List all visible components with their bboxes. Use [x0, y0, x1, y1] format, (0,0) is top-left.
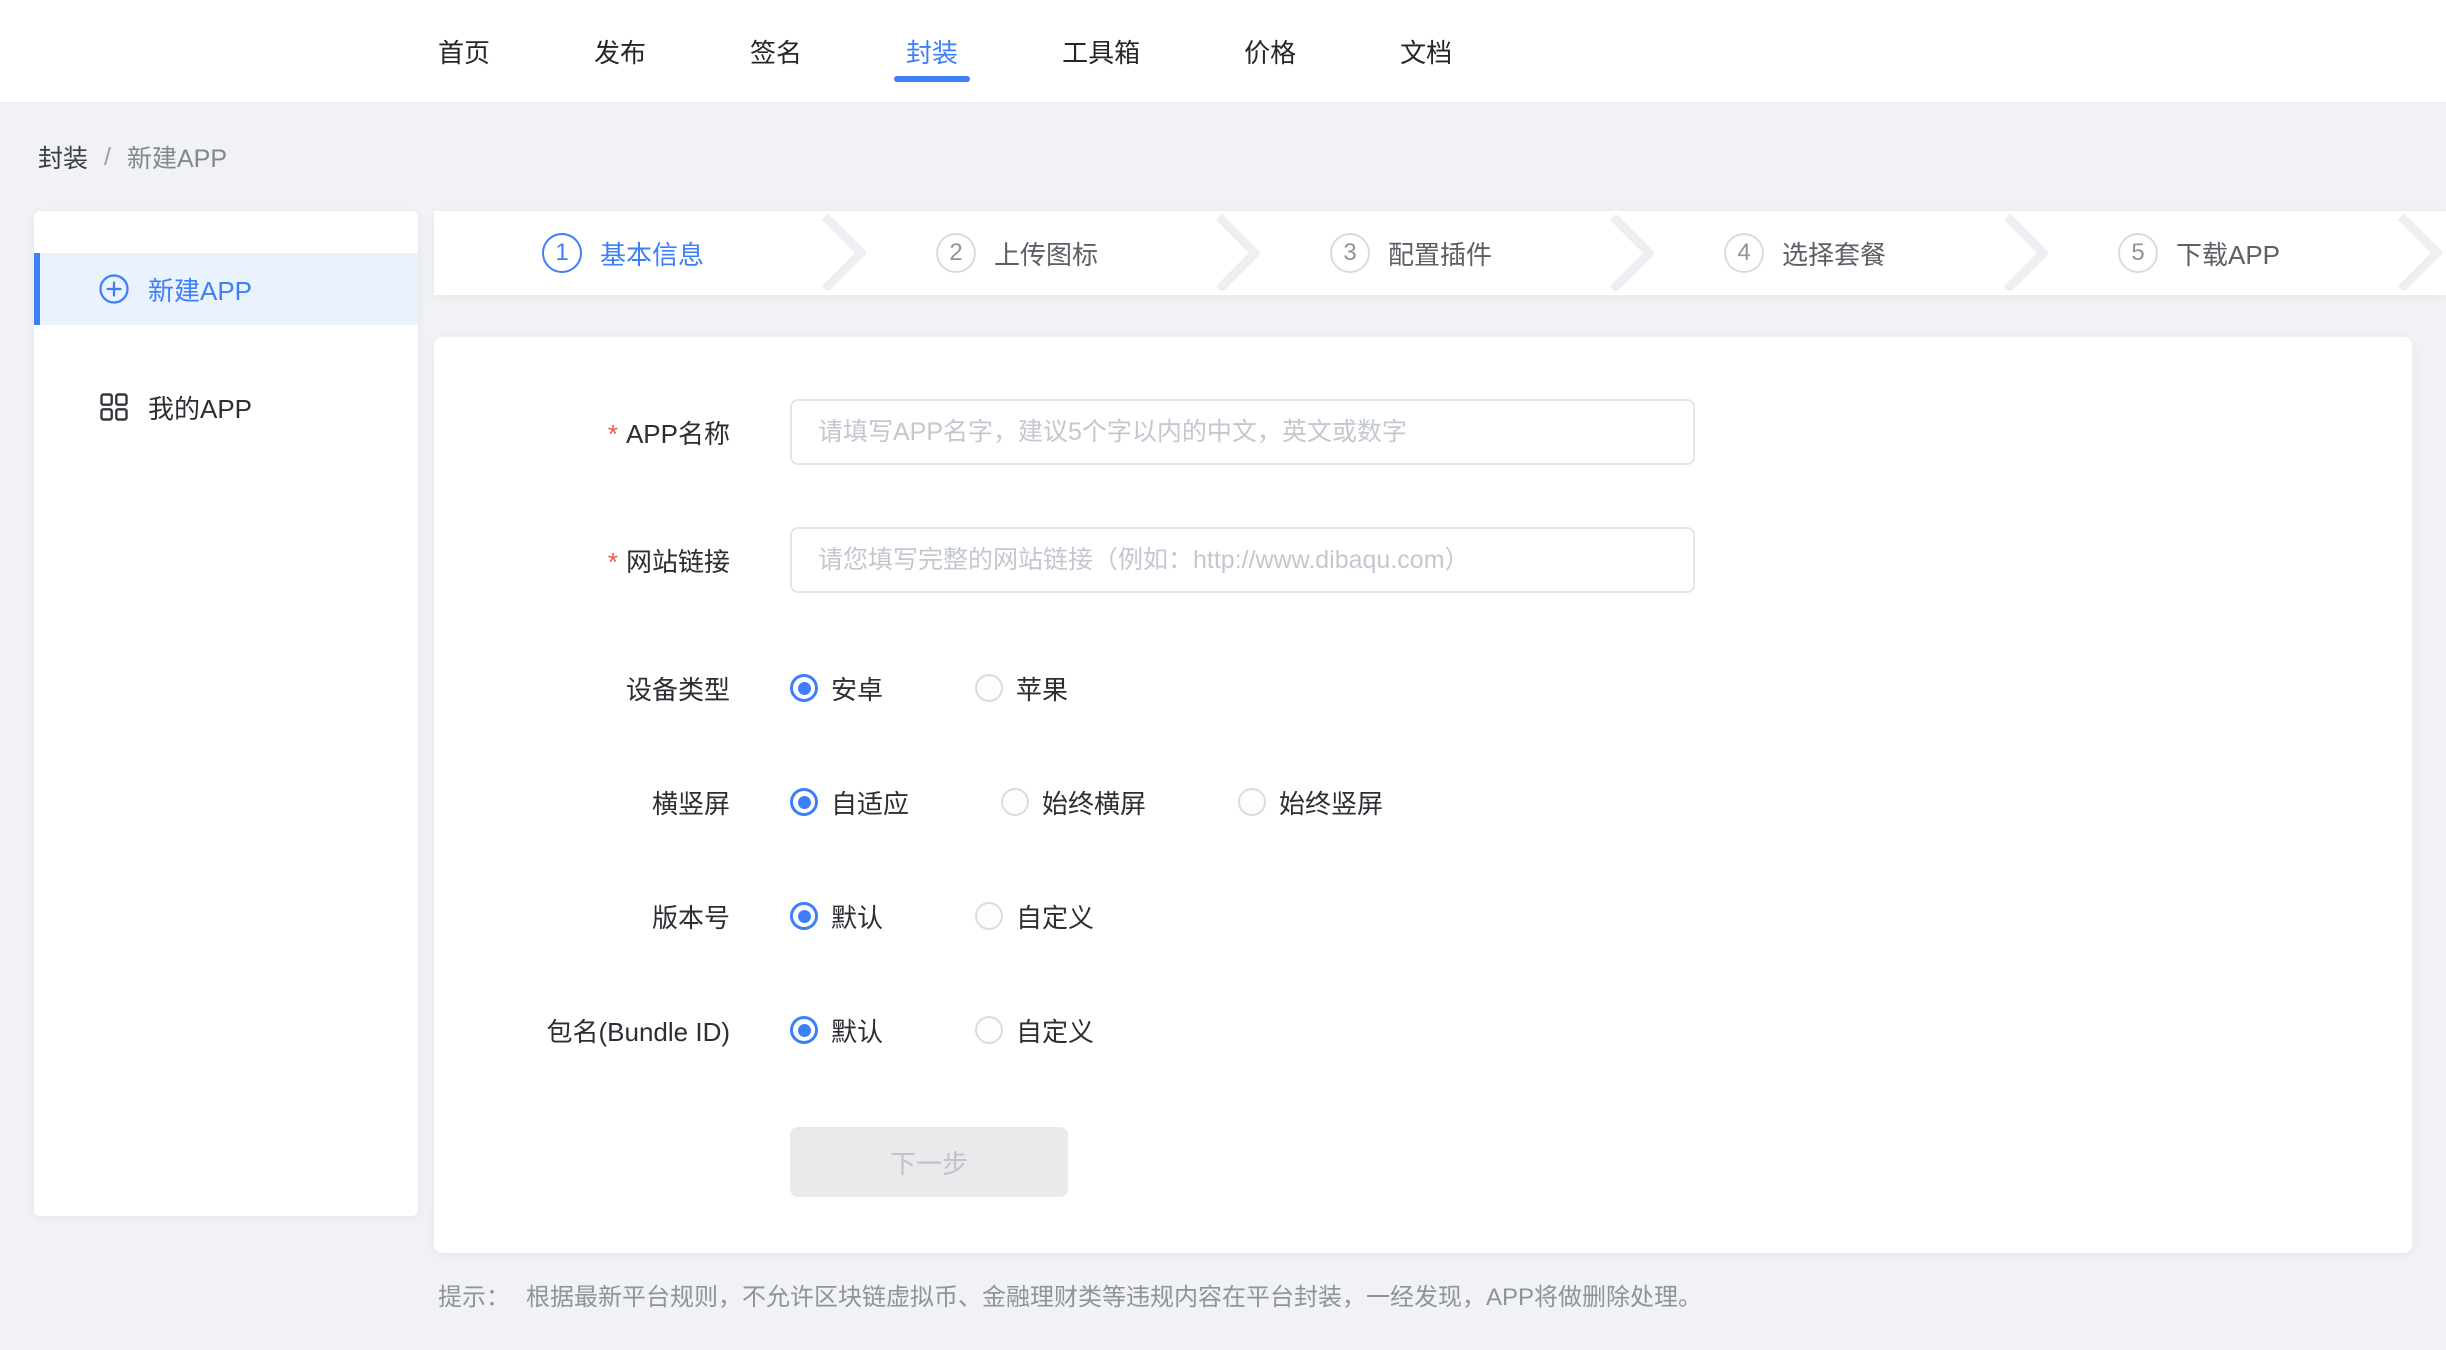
chevron-separator-icon — [2364, 213, 2443, 292]
radio-unchecked-icon — [975, 674, 1003, 702]
nav-item-docs[interactable]: 文档 — [1400, 0, 1452, 102]
step-download-app: 5 下载APP — [2010, 211, 2404, 295]
radio-checked-icon — [790, 788, 818, 816]
field-orientation: 横竖屏 自适应 始终横屏 始终竖屏 — [434, 769, 2412, 835]
field-label: 设备类型 — [434, 670, 730, 707]
next-step-button[interactable]: 下一步 — [790, 1127, 1068, 1197]
nav-item-sign[interactable]: 签名 — [750, 0, 802, 102]
field-bundle-id: 包名(Bundle ID) 默认 自定义 — [434, 997, 2412, 1063]
stepper: 1 基本信息 2 上传图标 3 配置插件 4 选择套餐 5 下载APP — [434, 211, 2446, 295]
sidebar-item-label: 我的APP — [148, 389, 252, 426]
field-app-name: *APP名称 — [434, 399, 2412, 465]
field-label: *APP名称 — [434, 414, 730, 451]
submit-row: 下一步 — [434, 1127, 2412, 1197]
step-number: 1 — [542, 233, 582, 273]
nav-item-package[interactable]: 封装 — [906, 0, 958, 102]
step-upload-icon: 2 上传图标 — [828, 211, 1222, 295]
nav-item-publish[interactable]: 发布 — [594, 0, 646, 102]
hint-prefix: 提示： — [438, 1281, 510, 1315]
sidebar-item-new-app[interactable]: 新建APP — [34, 253, 418, 325]
top-nav: 首页 发布 签名 封装 工具箱 价格 文档 — [0, 0, 2446, 103]
radio-checked-icon — [790, 902, 818, 930]
field-label: 横竖屏 — [434, 784, 730, 821]
radio-ios[interactable]: 苹果 — [975, 670, 1068, 707]
step-number: 5 — [2118, 233, 2158, 273]
step-basic-info: 1 基本信息 — [434, 211, 828, 295]
nav-item-toolbox[interactable]: 工具箱 — [1062, 0, 1140, 102]
breadcrumb-section[interactable]: 封装 — [38, 139, 88, 175]
step-number: 3 — [1330, 233, 1370, 273]
field-label: 包名(Bundle ID) — [434, 1012, 730, 1049]
radio-always-portrait[interactable]: 始终竖屏 — [1238, 784, 1383, 821]
step-label: 下载APP — [2176, 235, 2280, 272]
radio-bundle-custom[interactable]: 自定义 — [975, 1012, 1094, 1049]
breadcrumb-current: 新建APP — [127, 139, 227, 175]
grid-squares-icon — [98, 391, 130, 423]
radio-bundle-default[interactable]: 默认 — [790, 1012, 883, 1049]
hint-text: 根据最新平台规则，不允许区块链虚拟币、金融理财类等违规内容在平台封装，一经发现，… — [526, 1281, 1702, 1315]
field-label: 版本号 — [434, 898, 730, 935]
radio-always-landscape[interactable]: 始终横屏 — [1001, 784, 1146, 821]
radio-checked-icon — [790, 674, 818, 702]
sidebar-item-label: 新建APP — [148, 271, 252, 308]
main-panel: 1 基本信息 2 上传图标 3 配置插件 4 选择套餐 5 下载APP — [434, 211, 2446, 1315]
platform-rules-hint: 提示： 根据最新平台规则，不允许区块链虚拟币、金融理财类等违规内容在平台封装，一… — [434, 1281, 2446, 1315]
step-label: 配置插件 — [1388, 235, 1492, 272]
radio-unchecked-icon — [975, 1016, 1003, 1044]
radio-checked-icon — [790, 1016, 818, 1044]
step-config-plugins: 3 配置插件 — [1222, 211, 1616, 295]
radio-version-default[interactable]: 默认 — [790, 898, 883, 935]
radio-version-custom[interactable]: 自定义 — [975, 898, 1094, 935]
radio-unchecked-icon — [1001, 788, 1029, 816]
app-name-input[interactable] — [790, 399, 1695, 465]
radio-adaptive[interactable]: 自适应 — [790, 784, 909, 821]
sidebar: 新建APP 我的APP — [34, 211, 418, 1216]
site-url-input[interactable] — [790, 527, 1695, 593]
step-label: 上传图标 — [994, 235, 1098, 272]
nav-item-pricing[interactable]: 价格 — [1244, 0, 1296, 102]
form-card: *APP名称 *网站链接 设备类型 安卓 — [434, 337, 2412, 1253]
sidebar-item-my-app[interactable]: 我的APP — [34, 371, 418, 443]
required-asterisk: * — [608, 419, 618, 449]
field-version: 版本号 默认 自定义 — [434, 883, 2412, 949]
plus-circle-icon — [98, 273, 130, 305]
step-select-plan: 4 选择套餐 — [1616, 211, 2010, 295]
required-asterisk: * — [608, 547, 618, 577]
radio-unchecked-icon — [975, 902, 1003, 930]
radio-unchecked-icon — [1238, 788, 1266, 816]
content: 新建APP 我的APP 1 基本信息 2 — [0, 211, 2446, 1315]
breadcrumb-separator: / — [104, 143, 111, 172]
field-device-type: 设备类型 安卓 苹果 — [434, 655, 2412, 721]
step-number: 4 — [1724, 233, 1764, 273]
radio-android[interactable]: 安卓 — [790, 670, 883, 707]
nav-item-home[interactable]: 首页 — [438, 0, 490, 102]
step-number: 2 — [936, 233, 976, 273]
field-label: *网站链接 — [434, 542, 730, 579]
step-label: 选择套餐 — [1782, 235, 1886, 272]
step-label: 基本信息 — [600, 235, 704, 272]
breadcrumb: 封装 / 新建APP — [0, 103, 2446, 211]
field-site-url: *网站链接 — [434, 527, 2412, 593]
